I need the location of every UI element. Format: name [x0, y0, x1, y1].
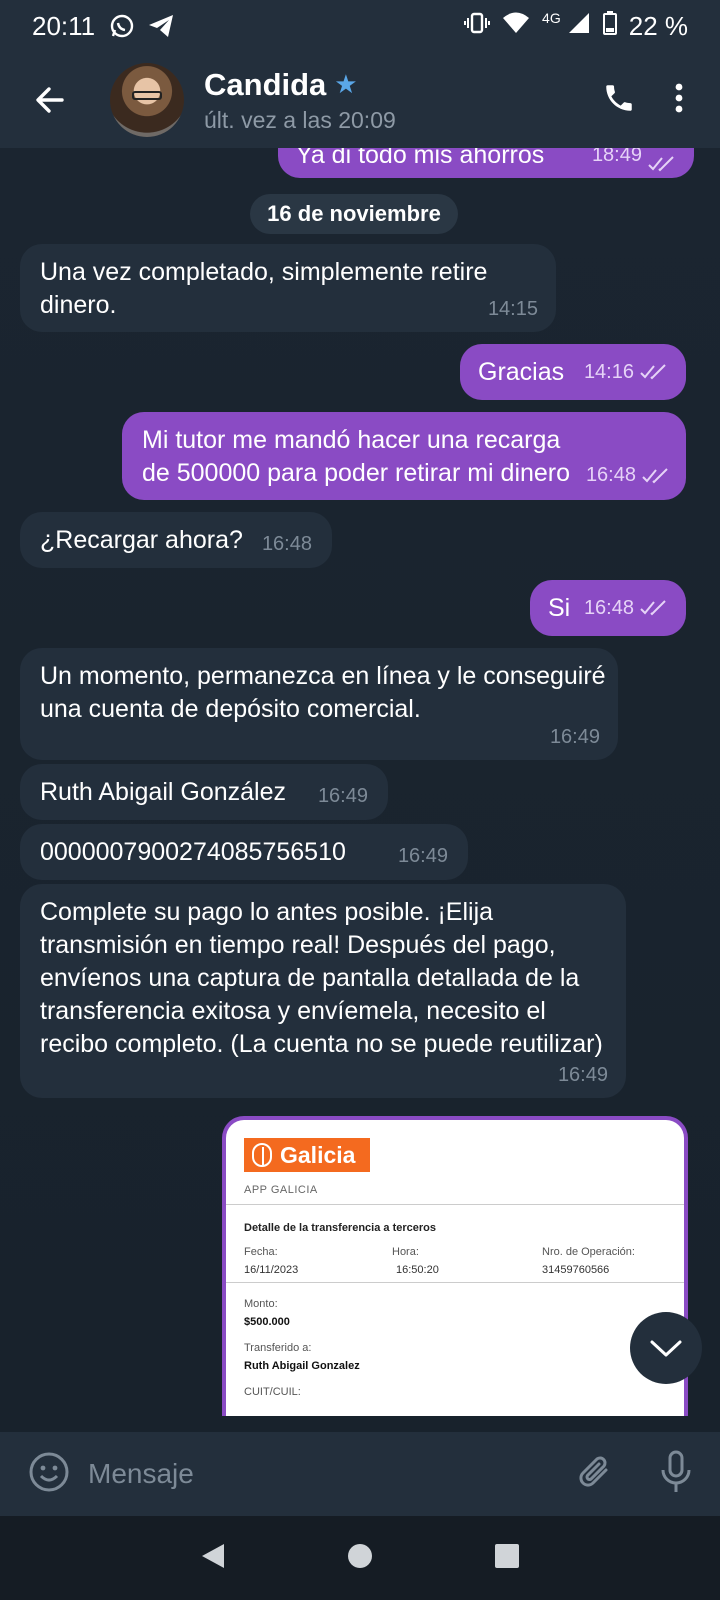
receipt-image[interactable]: Galicia APP GALICIA Detalle de la transf…	[222, 1116, 688, 1416]
message-text: Gracias	[478, 357, 565, 386]
whatsapp-icon	[109, 13, 135, 39]
message-bubble-in[interactable]: ¿Recargar ahora? 16:48	[20, 512, 332, 568]
transferido-label: Transferido a:	[244, 1342, 312, 1354]
message-time: 16:49	[317, 784, 368, 807]
fecha-label: Fecha:	[244, 1246, 278, 1258]
transferido-value: Ruth Abigail Gonzalez	[244, 1360, 360, 1372]
hora-label: Hora:	[392, 1246, 419, 1258]
message-time: 16:49	[397, 844, 448, 867]
message-bubble-in[interactable]: Una vez completado, simplemente retire d…	[20, 244, 556, 332]
message-input[interactable]: Mensaje	[88, 1458, 576, 1490]
cuit-label: CUIT/CUIL:	[244, 1386, 301, 1398]
attach-button[interactable]	[576, 1452, 614, 1497]
network-type: 4G	[542, 10, 561, 26]
star-icon: ★	[334, 69, 358, 99]
double-check-icon	[642, 467, 668, 483]
battery-level: 22 %	[628, 10, 688, 41]
message-text: Ya di todo mis ahorros	[296, 148, 545, 169]
galicia-logo: Galicia	[244, 1138, 370, 1172]
message-time: 16:48	[261, 532, 312, 555]
phone-icon	[606, 84, 632, 111]
status-time: 20:11	[32, 10, 96, 41]
microphone-icon	[661, 1450, 691, 1492]
arrow-left-icon	[36, 87, 64, 113]
fecha-value: 16/11/2023	[244, 1264, 299, 1276]
message-time: 14:15	[487, 298, 538, 320]
message-text: 0000007900274085756510	[40, 837, 346, 866]
battery-icon	[602, 10, 617, 42]
message-composer: Mensaje	[0, 1432, 720, 1516]
message-bubble-out[interactable]: Mi tutor me mandó hacer una recarga de 5…	[122, 412, 686, 500]
message-text: ¿Recargar ahora?	[40, 525, 243, 554]
more-options-button[interactable]	[674, 82, 684, 119]
wifi-icon	[502, 11, 530, 42]
brand-name: Galicia	[280, 1141, 356, 1168]
voice-message-button[interactable]	[660, 1450, 692, 1499]
message-text: Ruth Abigail González	[40, 777, 286, 806]
message-bubble-out[interactable]: Gracias 14:16	[460, 344, 686, 400]
monto-value: $500.000	[244, 1316, 290, 1328]
signal-icon	[567, 11, 591, 42]
message-time: 16:49	[549, 726, 600, 748]
message-text: Una vez completado, simplemente retire d…	[40, 258, 488, 319]
message-time: 16:49	[557, 1064, 608, 1086]
avatar[interactable]	[110, 63, 184, 137]
message-bubble-in[interactable]: Un momento, permanezca en línea y le con…	[20, 648, 618, 760]
nav-back-button[interactable]	[200, 1542, 226, 1575]
divider	[226, 1204, 684, 1205]
message-text: Mi tutor me mandó hacer una recarga de 5…	[142, 426, 571, 487]
message-bubble-out[interactable]: Si 16:48	[530, 580, 686, 636]
operacion-label: Nro. de Operación:	[542, 1246, 635, 1258]
emoji-icon	[29, 1452, 69, 1491]
divider	[226, 1282, 684, 1283]
triangle-back-icon	[202, 1543, 224, 1568]
monto-label: Monto:	[244, 1298, 278, 1310]
message-bubble-in[interactable]: Complete su pago lo antes posible. ¡Elij…	[20, 884, 626, 1098]
message-time: 16:48	[585, 464, 636, 486]
date-separator: 16 de noviembre	[250, 194, 458, 234]
circle-home-icon	[348, 1543, 372, 1568]
square-recents-icon	[495, 1543, 519, 1568]
message-bubble-in[interactable]: Ruth Abigail González 16:49	[20, 764, 388, 820]
telegram-icon	[147, 13, 175, 39]
message-time: 14:16	[583, 360, 634, 383]
message-bubble-in[interactable]: 0000007900274085756510 16:49	[20, 824, 468, 880]
message-text: Si	[548, 593, 571, 622]
nav-home-button[interactable]	[346, 1542, 374, 1575]
back-button[interactable]	[0, 52, 100, 148]
operacion-value: 31459760566	[542, 1264, 610, 1276]
message-bubble-out[interactable]: Ya di todo mis ahorros 18:49	[278, 148, 694, 178]
vibrate-icon	[464, 11, 491, 42]
last-seen: últ. vez a las 20:09	[204, 106, 396, 133]
receipt-app-label: APP GALICIA	[244, 1184, 318, 1196]
emoji-button[interactable]	[28, 1451, 70, 1498]
contact-info[interactable]: Candida ★ últ. vez a las 20:09	[204, 67, 602, 134]
hora-value: 16:50:20	[396, 1264, 439, 1276]
scroll-to-bottom-button[interactable]	[630, 1312, 702, 1384]
double-check-icon	[640, 600, 666, 616]
contact-name: Candida	[204, 66, 327, 102]
more-vertical-icon	[675, 83, 683, 112]
message-text: Un momento, permanezca en línea y le con…	[40, 662, 606, 723]
galicia-logo-icon	[252, 1143, 272, 1167]
chat-header: Candida ★ últ. vez a las 20:09	[0, 52, 720, 148]
nav-recents-button[interactable]	[494, 1543, 520, 1574]
double-check-icon	[640, 364, 666, 380]
double-check-icon	[648, 156, 674, 172]
call-button[interactable]	[602, 81, 636, 120]
chevron-down-icon	[650, 1340, 682, 1357]
receipt-title: Detalle de la transferencia a terceros	[244, 1222, 436, 1234]
message-time: 16:48	[583, 596, 634, 619]
message-text: Complete su pago lo antes posible. ¡Elij…	[40, 898, 603, 1058]
paperclip-icon	[579, 1456, 608, 1487]
system-navigation-bar	[0, 1516, 720, 1600]
message-time: 18:49	[591, 148, 642, 166]
status-bar: 20:11 4G 22 %	[0, 0, 720, 52]
